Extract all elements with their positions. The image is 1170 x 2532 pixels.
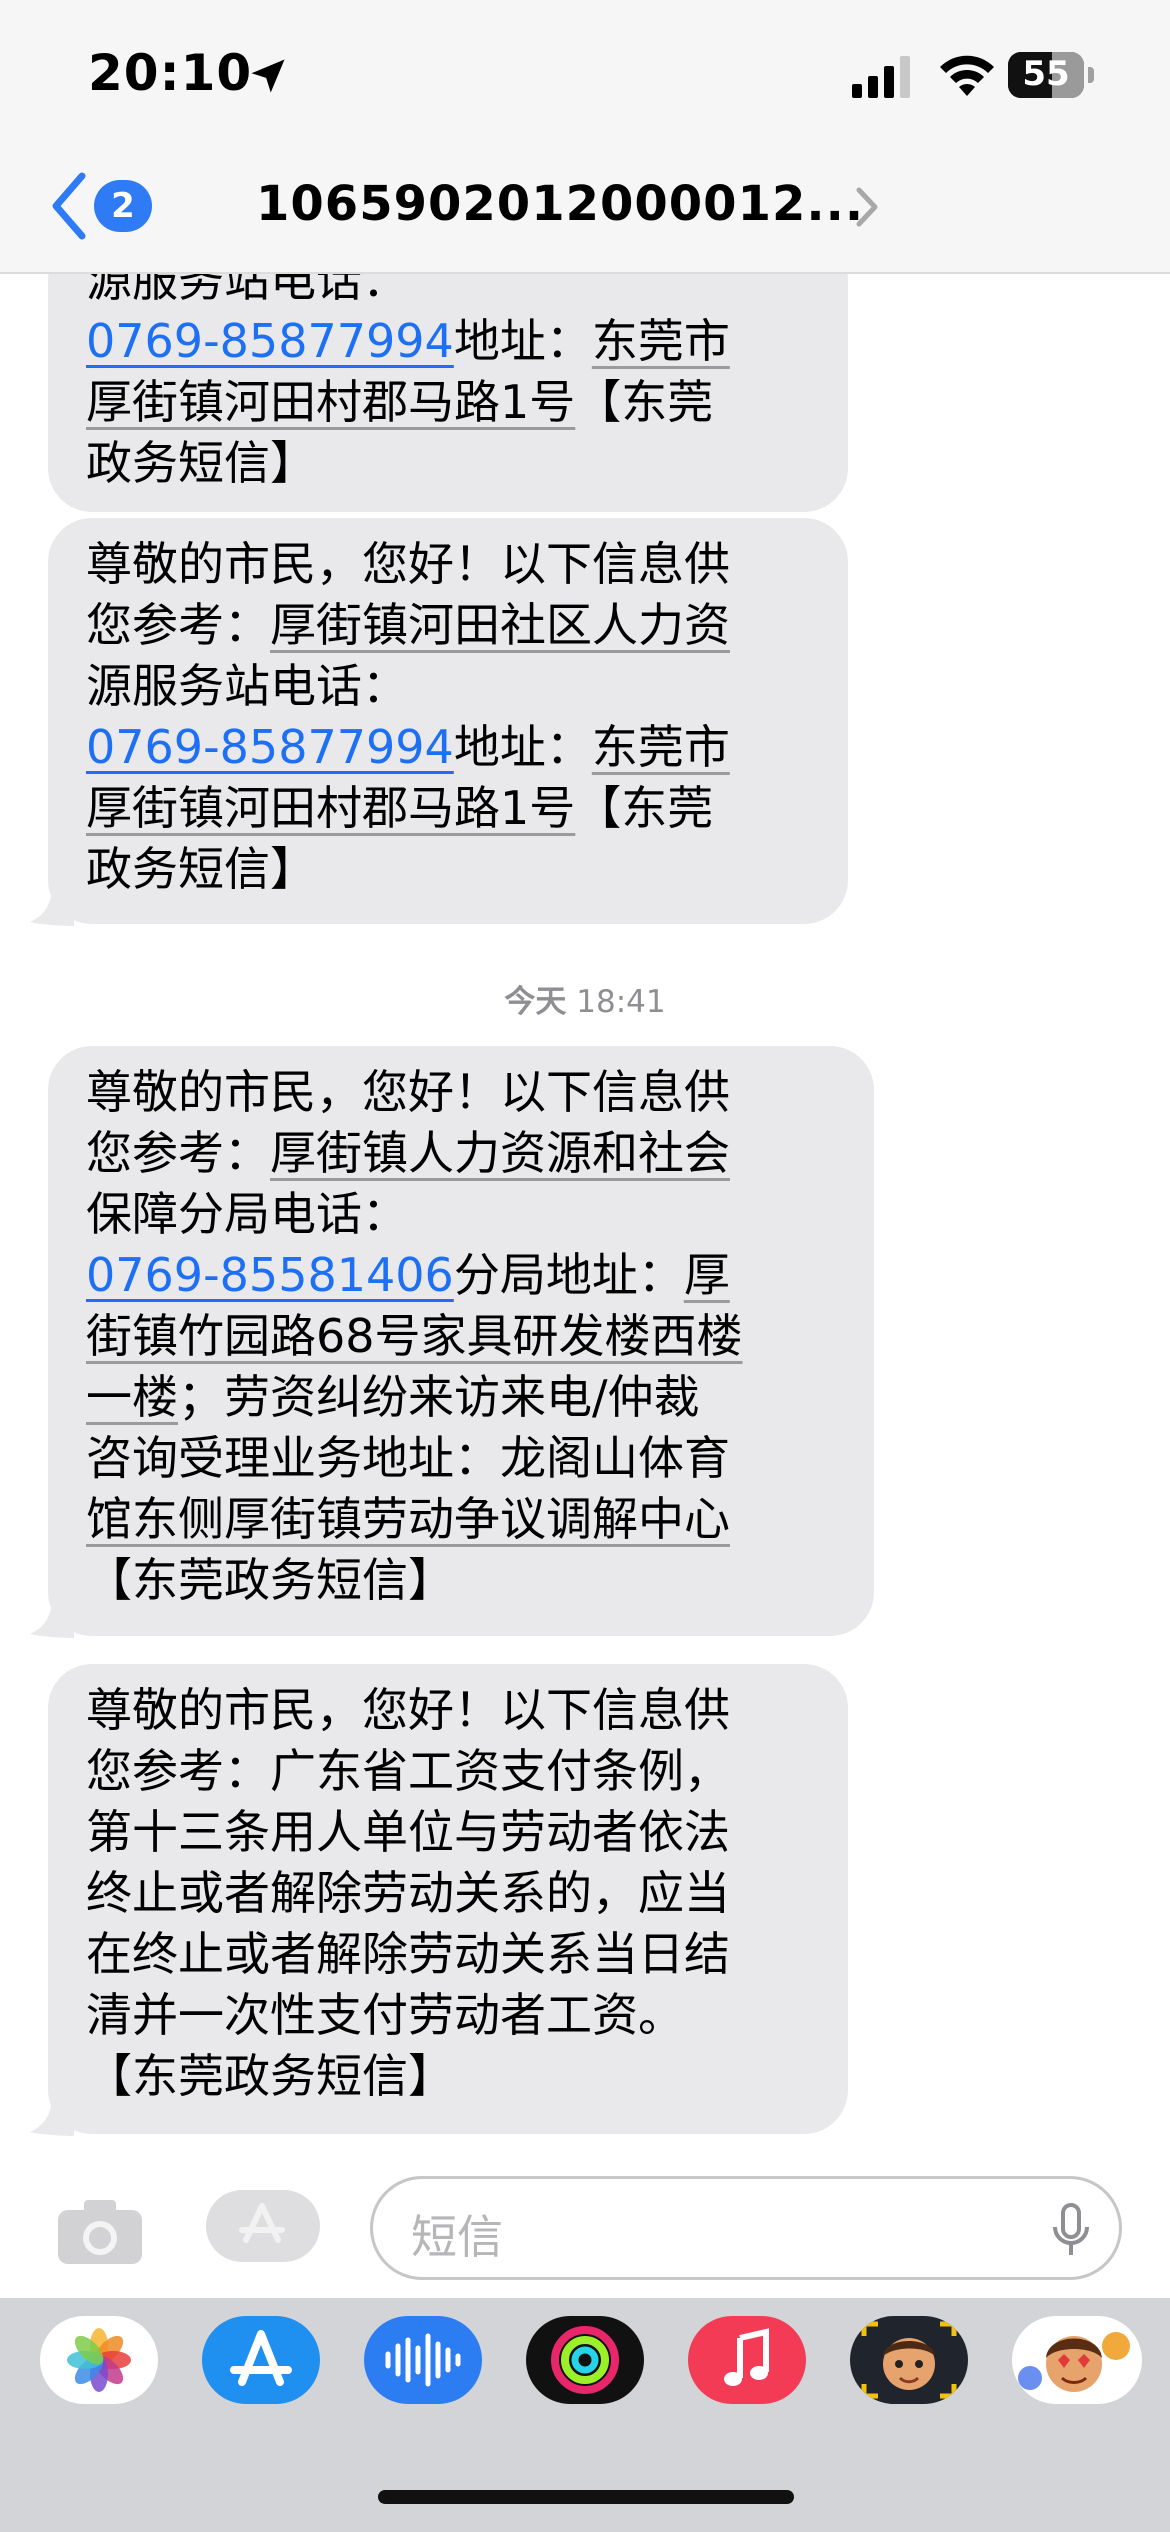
address-link[interactable]: 厚 xyxy=(684,1248,730,1302)
address-link[interactable]: 厚街镇人力资源和社会 xyxy=(270,1126,730,1180)
microphone-icon[interactable] xyxy=(1051,2203,1091,2259)
message-text: 地址： xyxy=(453,720,592,774)
message-text: 终止或者解除劳动关系的，应当 xyxy=(86,1866,730,1920)
camera-icon[interactable] xyxy=(56,2198,144,2266)
timestamp-time: 18:41 xyxy=(576,984,666,1020)
message-text: 政务短信】 xyxy=(86,436,316,490)
location-arrow-icon xyxy=(251,59,285,93)
message-text: 在终止或者解除劳动关系当日结 xyxy=(86,1927,730,1981)
message-text: 【东莞 xyxy=(575,375,714,429)
message-text: ；劳资纠纷来访来电/仲裁 xyxy=(178,1370,700,1424)
photos-icon[interactable] xyxy=(40,2316,158,2404)
message-text: 分局地址： xyxy=(453,1248,684,1302)
message-bubble[interactable]: 源服务站电话： 0769-85877994地址：东莞市 厚街镇河田村郡马路1号【… xyxy=(48,236,848,512)
message-input-placeholder: 短信 xyxy=(411,2210,503,2264)
back-chevron-icon[interactable] xyxy=(48,170,88,242)
message-text: 您参考：广东省工资支付条例， xyxy=(86,1744,730,1798)
timestamp-day: 今天 xyxy=(504,984,567,1020)
phone-link[interactable]: 0769-85877994 xyxy=(86,720,454,774)
address-link[interactable]: 东莞市 xyxy=(592,720,730,774)
cellular-signal-icon xyxy=(852,56,910,98)
bubble-tail xyxy=(30,2096,74,2136)
message-text: 【东莞 xyxy=(575,781,714,835)
status-time: 20:10 xyxy=(88,44,253,102)
battery-indicator: 55 xyxy=(1008,52,1084,98)
message-text: 地址： xyxy=(453,314,592,368)
message-text: 【东莞政务短信】 xyxy=(86,1553,454,1607)
message-text: 您参考： xyxy=(86,1126,270,1180)
battery-cap xyxy=(1088,67,1094,83)
music-icon[interactable] xyxy=(688,2316,806,2404)
message-text: 尊敬的市民，您好！以下信息供 xyxy=(86,1683,730,1737)
audio-messages-icon[interactable] xyxy=(364,2316,482,2404)
phone-link[interactable]: 0769-85877994 xyxy=(86,314,454,368)
message-text: 咨询受理业务地址：龙阁山体育 xyxy=(86,1431,730,1485)
message-text: 尊敬的市民，您好！以下信息供 xyxy=(86,537,730,591)
message-text: 源服务站电话： xyxy=(86,659,408,713)
address-link[interactable]: 厚街镇河田村郡马路1号 xyxy=(86,375,575,429)
navigation-header: 20:10 55 2 1065902012000012... xyxy=(0,0,1170,274)
message-bubble[interactable]: 尊敬的市民，您好！以下信息供 您参考：厚街镇河田社区人力资 源服务站电话： 07… xyxy=(30,518,848,926)
message-bubble[interactable]: 尊敬的市民，您好！以下信息供 您参考：广东省工资支付条例， 第十三条用人单位与劳… xyxy=(30,1664,848,2136)
app-store-button[interactable] xyxy=(206,2190,320,2262)
chevron-right-icon[interactable] xyxy=(854,186,880,228)
activity-icon[interactable] xyxy=(526,2316,644,2404)
app-store-icon[interactable] xyxy=(202,2316,320,2404)
message-text: 尊敬的市民，您好！以下信息供 xyxy=(86,1065,730,1119)
message-text: 保障分局电话： xyxy=(86,1187,408,1241)
memoji-icon[interactable] xyxy=(850,2316,968,2404)
message-timestamp: 今天 18:41 xyxy=(0,976,1170,1021)
memoji-stickers-icon[interactable] xyxy=(1012,2316,1142,2404)
app-store-a-icon xyxy=(239,2203,285,2243)
battery-level: 55 xyxy=(1022,54,1070,94)
address-link[interactable]: 馆东侧厚街镇劳动争议调解中心 xyxy=(86,1492,730,1546)
address-link[interactable]: 一楼 xyxy=(86,1370,178,1424)
message-text: 【东莞政务短信】 xyxy=(86,2049,454,2103)
address-link[interactable]: 厚街镇河田社区人力资 xyxy=(270,598,730,652)
unread-count-badge[interactable]: 2 xyxy=(94,180,152,232)
message-input[interactable]: 短信 xyxy=(370,2176,1122,2280)
home-indicator[interactable] xyxy=(378,2490,794,2504)
bubble-tail xyxy=(30,1598,74,1638)
message-bubble[interactable]: 尊敬的市民，您好！以下信息供 您参考：厚街镇人力资源和社会 保障分局电话： 07… xyxy=(30,1046,874,1638)
bubble-tail xyxy=(30,886,74,926)
phone-link[interactable]: 0769-85581406 xyxy=(86,1248,454,1302)
address-link[interactable]: 厚街镇河田村郡马路1号 xyxy=(86,781,575,835)
conversation-title[interactable]: 1065902012000012... xyxy=(256,176,864,232)
wifi-icon xyxy=(940,55,994,96)
address-link[interactable]: 东莞市 xyxy=(592,314,730,368)
message-text: 政务短信】 xyxy=(86,842,316,896)
address-link[interactable]: 街镇竹园路68号家具研发楼西楼 xyxy=(86,1309,743,1363)
message-text: 第十三条用人单位与劳动者依法 xyxy=(86,1805,730,1859)
message-text: 您参考： xyxy=(86,598,270,652)
message-text: 清并一次性支付劳动者工资。 xyxy=(86,1988,684,2042)
